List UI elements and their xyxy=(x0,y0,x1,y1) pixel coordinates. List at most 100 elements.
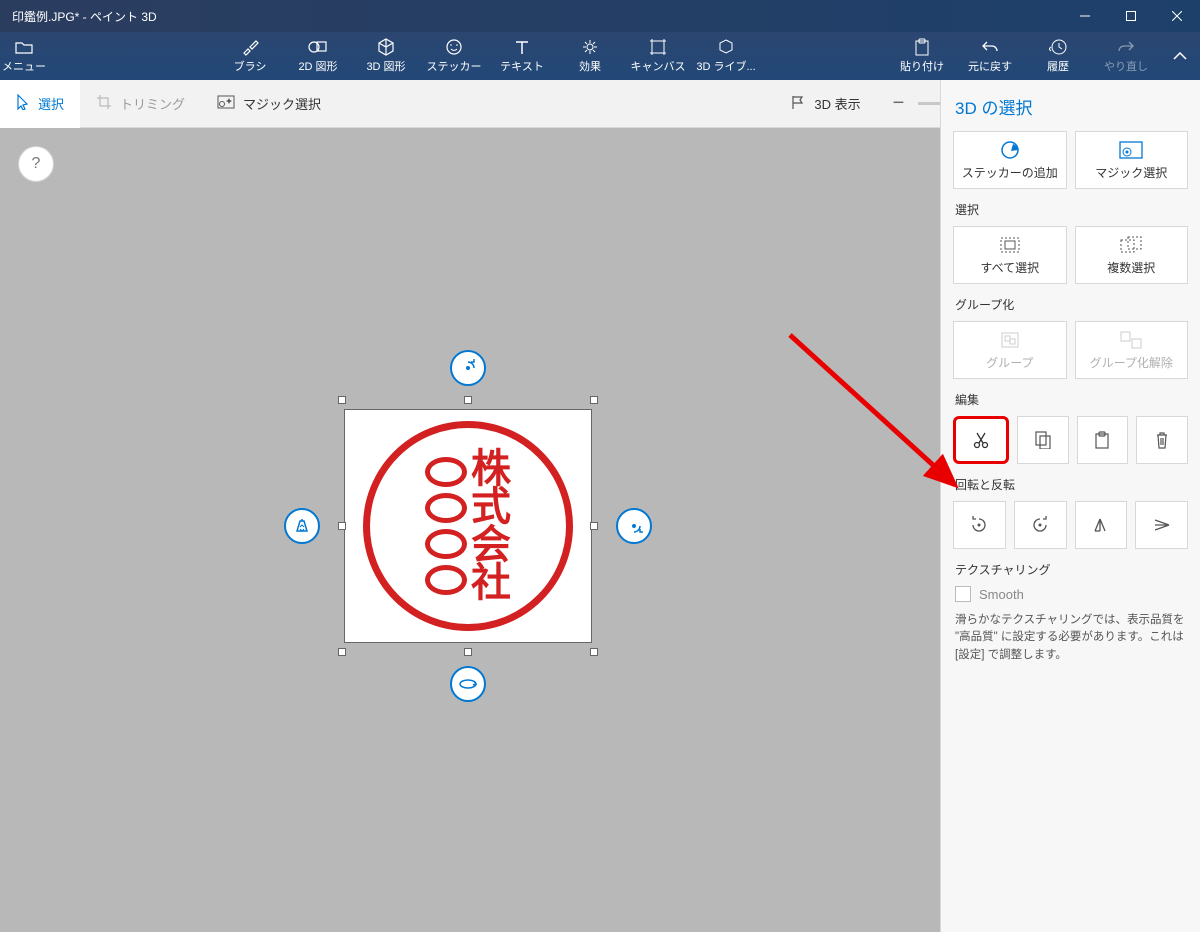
select-all-button[interactable]: すべて選択 xyxy=(953,226,1067,284)
crop-icon xyxy=(96,94,112,113)
rotate-x-gizmo[interactable] xyxy=(450,350,486,386)
resize-handle[interactable] xyxy=(338,396,346,404)
section-label-select: 選択 xyxy=(955,201,1186,218)
3d-view-button[interactable]: 3D 表示 xyxy=(774,80,876,128)
rotate-right-icon xyxy=(1031,515,1049,535)
text-button[interactable]: テキスト xyxy=(488,32,556,80)
rotate-left-icon xyxy=(970,515,988,535)
flip-v-icon xyxy=(1153,515,1171,535)
sticker-icon xyxy=(999,140,1021,160)
3d-library-button[interactable]: 3D ライブ... xyxy=(692,32,760,80)
rotate-right-button[interactable] xyxy=(1014,501,1067,549)
selection-box[interactable]: 株式会社 xyxy=(338,396,598,656)
canvas-area[interactable]: ? 株式会社 xyxy=(0,128,940,932)
flip-vertical-button[interactable] xyxy=(1135,501,1188,549)
section-label-rotate: 回転と反転 xyxy=(955,476,1186,493)
smooth-checkbox-row[interactable]: Smooth xyxy=(955,586,1186,602)
brushes-button[interactable]: ブラシ xyxy=(216,32,284,80)
menu-button[interactable]: メニュー xyxy=(0,32,48,80)
2d-shapes-icon xyxy=(308,38,328,56)
section-label-texturing: テクスチャリング xyxy=(955,561,1186,578)
paste-icon xyxy=(1095,430,1109,450)
3d-shapes-icon xyxy=(377,38,395,56)
select-tool-button[interactable]: 選択 xyxy=(0,80,80,128)
flip-horizontal-button[interactable] xyxy=(1075,501,1128,549)
section-label-group: グループ化 xyxy=(955,296,1186,313)
text-icon xyxy=(514,38,530,56)
folder-icon xyxy=(15,38,33,56)
copy-icon xyxy=(1035,430,1051,450)
magic-select-tool-button[interactable]: マジック選択 xyxy=(201,80,337,128)
seal-oval xyxy=(425,493,467,523)
section-label-edit: 編集 xyxy=(955,391,1186,408)
side-panel: 3D の選択 ステッカーの追加 マジック選択 選択 すべて選択 複数選択 グルー… xyxy=(940,80,1200,932)
title-bar: 印鑑例.JPG* - ペイント 3D xyxy=(0,0,1200,32)
copy-button[interactable] xyxy=(1017,416,1069,464)
smooth-label: Smooth xyxy=(979,587,1024,602)
history-icon xyxy=(1049,38,1067,56)
redo-icon xyxy=(1117,38,1135,56)
group-icon xyxy=(1000,330,1020,350)
undo-button[interactable]: 元に戻す xyxy=(956,32,1024,80)
add-sticker-button[interactable]: ステッカーの追加 xyxy=(953,131,1067,189)
stickers-button[interactable]: ステッカー xyxy=(420,32,488,80)
seal-text: 株式会社 xyxy=(471,450,511,602)
flip-h-icon xyxy=(1092,515,1110,535)
paste-button[interactable]: 貼り付け xyxy=(888,32,956,80)
depth-gizmo[interactable] xyxy=(284,508,320,544)
magic-select-icon xyxy=(1119,140,1143,160)
multi-select-icon xyxy=(1120,235,1142,255)
paste-icon xyxy=(914,38,930,56)
resize-handle[interactable] xyxy=(338,648,346,656)
resize-handle[interactable] xyxy=(464,648,472,656)
redo-button[interactable]: やり直し xyxy=(1092,32,1160,80)
resize-handle[interactable] xyxy=(590,396,598,404)
rotate-left-button[interactable] xyxy=(953,501,1006,549)
group-button: グループ xyxy=(953,321,1067,379)
resize-handle[interactable] xyxy=(338,522,346,530)
3d-shapes-button[interactable]: 3D 図形 xyxy=(352,32,420,80)
history-button[interactable]: 履歴 xyxy=(1024,32,1092,80)
multi-select-button[interactable]: 複数選択 xyxy=(1075,226,1189,284)
delete-button[interactable] xyxy=(1136,416,1188,464)
ungroup-button: グループ化解除 xyxy=(1075,321,1189,379)
ungroup-icon xyxy=(1120,330,1142,350)
magic-select-button[interactable]: マジック選択 xyxy=(1075,131,1189,189)
crop-tool-button[interactable]: トリミング xyxy=(80,80,201,128)
paste-edit-button[interactable] xyxy=(1077,416,1129,464)
seal-oval xyxy=(425,565,467,595)
canvas-icon xyxy=(649,38,667,56)
resize-handle[interactable] xyxy=(590,648,598,656)
2d-shapes-button[interactable]: 2D 図形 xyxy=(284,32,352,80)
seal-oval xyxy=(425,457,467,487)
window-title: 印鑑例.JPG* - ペイント 3D xyxy=(12,8,1062,25)
magic-select-icon xyxy=(217,95,235,112)
library-icon xyxy=(717,38,735,56)
minimize-button[interactable] xyxy=(1062,0,1108,32)
smooth-checkbox[interactable] xyxy=(955,586,971,602)
sticker-icon xyxy=(445,38,463,56)
resize-handle[interactable] xyxy=(464,396,472,404)
rotate-z-gizmo[interactable] xyxy=(450,666,486,702)
trash-icon xyxy=(1155,430,1169,450)
seal-oval xyxy=(425,529,467,559)
effects-button[interactable]: 効果 xyxy=(556,32,624,80)
texturing-hint: 滑らかなテクスチャリングでは、表示品質を "高品質" に設定する必要があります。… xyxy=(955,612,1186,664)
ribbon: メニュー ブラシ 2D 図形 3D 図形 ステッカー テキスト 効果 キャンバス… xyxy=(0,32,1200,80)
rotate-y-gizmo[interactable] xyxy=(616,508,652,544)
cut-button[interactable] xyxy=(953,416,1009,464)
undo-icon xyxy=(981,38,999,56)
panel-title: 3D の選択 xyxy=(953,80,1188,131)
brush-icon xyxy=(241,38,259,56)
help-button[interactable]: ? xyxy=(18,146,54,182)
maximize-button[interactable] xyxy=(1108,0,1154,32)
scissors-icon xyxy=(973,430,989,450)
resize-handle[interactable] xyxy=(590,522,598,530)
cursor-icon xyxy=(16,94,30,113)
close-button[interactable] xyxy=(1154,0,1200,32)
hanko-seal: 株式会社 xyxy=(363,421,573,631)
collapse-ribbon-button[interactable] xyxy=(1160,52,1200,60)
canvas-image[interactable]: 株式会社 xyxy=(344,409,592,643)
canvas-button[interactable]: キャンバス xyxy=(624,32,692,80)
zoom-out-button[interactable]: − xyxy=(887,92,911,115)
